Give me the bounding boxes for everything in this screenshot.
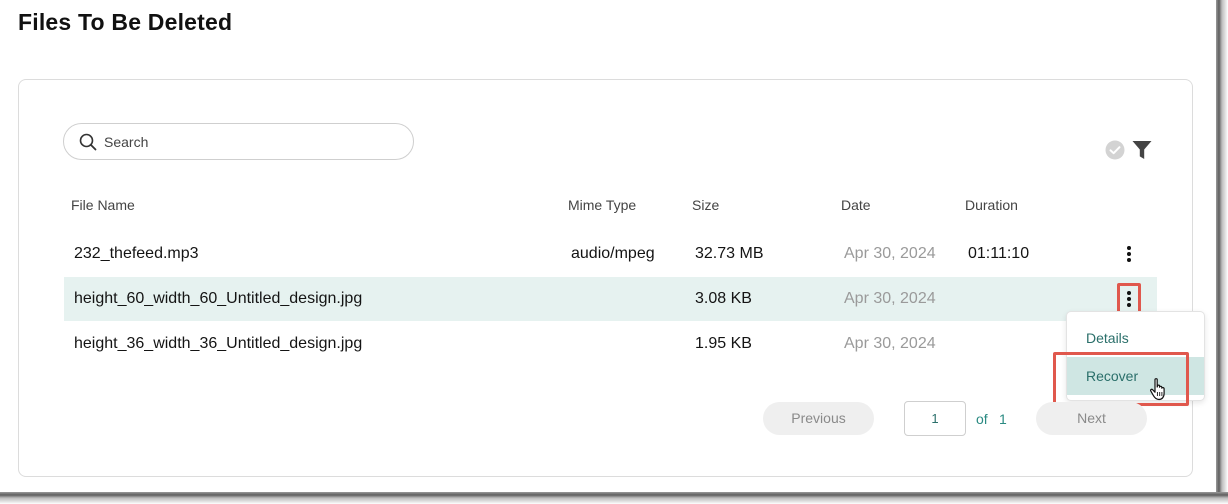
column-header-date[interactable]: Date <box>841 197 871 213</box>
file-name-cell: height_36_width_36_Untitled_design.jpg <box>74 335 363 352</box>
column-header-mime-type[interactable]: Mime Type <box>568 197 636 213</box>
size-cell: 1.95 KB <box>695 335 752 352</box>
table-row[interactable]: 232_thefeed.mp3 audio/mpeg 32.73 MB Apr … <box>64 232 1157 276</box>
menu-item-label: Details <box>1086 330 1129 346</box>
filter-icon[interactable] <box>1131 140 1153 160</box>
page-of-label: of <box>976 411 988 427</box>
file-name-cell: 232_thefeed.mp3 <box>74 245 199 262</box>
more-options-icon[interactable] <box>1120 242 1138 266</box>
file-name-cell: height_60_width_60_Untitled_design.jpg <box>74 290 363 307</box>
date-cell: Apr 30, 2024 <box>844 245 936 262</box>
search-input[interactable] <box>104 132 394 152</box>
window-frame-shadow-right <box>1216 0 1228 504</box>
search-box[interactable] <box>63 123 414 160</box>
page-number-input[interactable] <box>904 401 966 436</box>
size-cell: 3.08 KB <box>695 290 752 307</box>
size-cell: 32.73 MB <box>695 245 764 262</box>
search-icon <box>79 133 97 151</box>
next-button[interactable]: Next <box>1036 402 1147 435</box>
duration-cell: 01:11:10 <box>968 245 1030 262</box>
check-circle-icon[interactable] <box>1105 140 1125 160</box>
previous-button[interactable]: Previous <box>763 402 874 435</box>
total-pages-label: 1 <box>999 411 1007 427</box>
date-cell: Apr 30, 2024 <box>844 335 936 352</box>
column-header-size[interactable]: Size <box>692 197 719 213</box>
mime-type-cell: audio/mpeg <box>571 245 655 262</box>
page-title: Files To Be Deleted <box>18 9 233 35</box>
table-row[interactable]: height_36_width_36_Untitled_design.jpg 1… <box>64 322 1157 366</box>
hand-cursor-icon <box>1150 378 1165 401</box>
date-cell: Apr 30, 2024 <box>844 290 936 307</box>
column-header-file-name[interactable]: File Name <box>71 197 135 213</box>
window-frame-shadow-bottom <box>0 492 1228 504</box>
column-header-duration[interactable]: Duration <box>965 197 1018 213</box>
table-row[interactable]: height_60_width_60_Untitled_design.jpg 3… <box>64 277 1157 321</box>
